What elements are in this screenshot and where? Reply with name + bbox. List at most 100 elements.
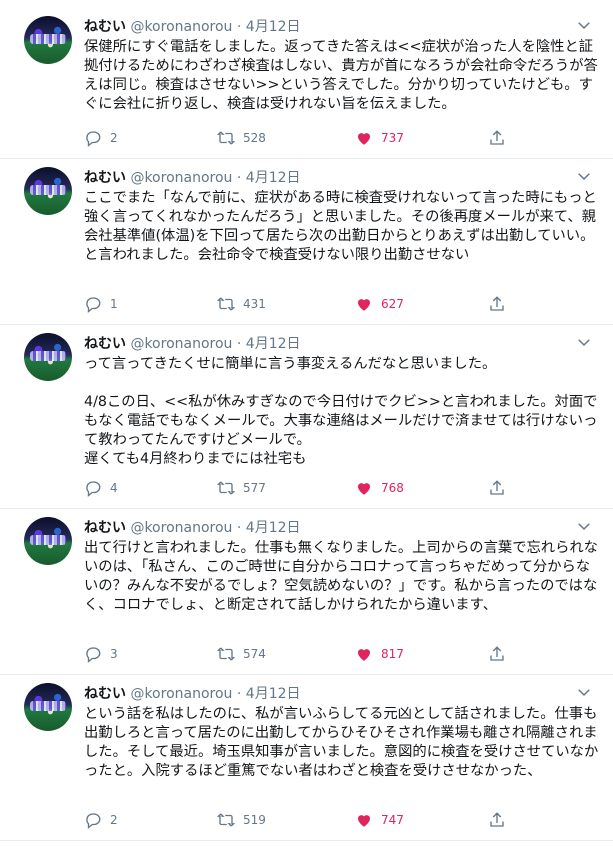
tweet-date[interactable]: 4月12日 <box>246 170 301 186</box>
reply-icon <box>86 297 101 313</box>
tweet-actions: 2 519 747 <box>84 809 554 831</box>
tweet-text: という話を私はしたのに、私が言いふらしてる元凶として話されました。仕事も出勤しろ… <box>84 706 599 779</box>
reply-count: 3 <box>110 647 118 661</box>
tweet-actions: 1 431 627 <box>84 293 554 315</box>
retweet-button[interactable]: 577 <box>217 477 266 499</box>
like-count: 627 <box>381 297 404 311</box>
handle[interactable]: @koronanorou <box>130 686 232 702</box>
retweet-icon <box>217 297 235 311</box>
share-button[interactable] <box>488 127 506 149</box>
display-name[interactable]: ねむい <box>84 336 126 352</box>
retweet-count: 431 <box>243 297 266 311</box>
retweet-icon <box>217 481 235 495</box>
share-icon <box>490 812 504 827</box>
reply-button[interactable]: 2 <box>84 809 118 831</box>
reply-icon <box>86 813 101 829</box>
share-icon <box>490 646 504 661</box>
reply-count: 2 <box>110 813 118 827</box>
chevron-down-icon[interactable] <box>575 683 593 701</box>
tweet-date[interactable]: 4月12日 <box>246 520 301 536</box>
tweet-thread: ねむい @koronanorou · 4月12日 保健所にすぐ電話をしました。返… <box>0 0 613 848</box>
share-icon <box>490 480 504 495</box>
tweet-actions: 2 528 737 <box>84 127 554 149</box>
retweet-button[interactable]: 431 <box>217 293 266 315</box>
avatar[interactable] <box>24 333 72 381</box>
share-icon <box>490 296 504 311</box>
like-button[interactable]: 768 <box>355 477 404 499</box>
retweet-count: 577 <box>243 481 266 495</box>
retweet-icon <box>217 131 235 145</box>
reply-button[interactable]: 2 <box>84 127 118 149</box>
reply-count: 4 <box>110 481 118 495</box>
handle[interactable]: @koronanorou <box>130 19 232 35</box>
separator: · <box>236 19 242 35</box>
heart-icon <box>358 133 370 145</box>
reply-button[interactable]: 4 <box>84 477 118 499</box>
reply-button[interactable]: 3 <box>84 643 118 665</box>
handle[interactable]: @koronanorou <box>130 170 232 186</box>
chevron-down-icon[interactable] <box>575 333 593 351</box>
share-button[interactable] <box>488 477 506 499</box>
tweet-date[interactable]: 4月12日 <box>246 686 301 702</box>
divider <box>0 840 613 841</box>
handle[interactable]: @koronanorou <box>130 520 232 536</box>
avatar[interactable] <box>24 683 72 731</box>
tweet-header: ねむい @koronanorou · 4月12日 <box>84 683 301 703</box>
like-count: 768 <box>381 481 404 495</box>
retweet-button[interactable]: 574 <box>217 643 266 665</box>
avatar[interactable] <box>24 167 72 215</box>
retweet-button[interactable]: 519 <box>217 809 266 831</box>
divider <box>0 158 613 159</box>
like-button[interactable]: 747 <box>355 809 404 831</box>
retweet-count: 519 <box>243 813 266 827</box>
avatar[interactable] <box>24 16 72 64</box>
tweet-date[interactable]: 4月12日 <box>246 19 301 35</box>
reply-icon <box>86 647 101 663</box>
share-button[interactable] <box>488 809 506 831</box>
reply-icon <box>86 481 101 497</box>
avatar[interactable] <box>24 517 72 565</box>
display-name[interactable]: ねむい <box>84 686 126 702</box>
tweet-header: ねむい @koronanorou · 4月12日 <box>84 517 301 537</box>
like-button[interactable]: 627 <box>355 293 404 315</box>
display-name[interactable]: ねむい <box>84 170 126 186</box>
share-icon <box>490 130 504 145</box>
heart-icon <box>358 483 370 495</box>
separator: · <box>236 686 242 702</box>
retweet-icon <box>217 647 235 661</box>
tweet-date[interactable]: 4月12日 <box>246 336 301 352</box>
separator: · <box>236 336 242 352</box>
chevron-down-icon[interactable] <box>575 167 593 185</box>
heart-icon <box>358 649 370 661</box>
like-button[interactable]: 817 <box>355 643 404 665</box>
like-button[interactable]: 737 <box>355 127 404 149</box>
tweet-header: ねむい @koronanorou · 4月12日 <box>84 333 301 353</box>
display-name[interactable]: ねむい <box>84 19 126 35</box>
share-button[interactable] <box>488 293 506 315</box>
retweet-count: 574 <box>243 647 266 661</box>
tweet-header: ねむい @koronanorou · 4月12日 <box>84 167 301 187</box>
tweet-text: ここでまた「なんで前に、症状がある時に検査受けれないって言った時にもっと強く言っ… <box>84 190 597 263</box>
tweet-actions: 4 577 768 <box>84 477 554 499</box>
divider <box>0 508 613 509</box>
tweet-header: ねむい @koronanorou · 4月12日 <box>84 16 301 36</box>
reply-button[interactable]: 1 <box>84 293 118 315</box>
heart-icon <box>358 815 370 827</box>
handle[interactable]: @koronanorou <box>130 336 232 352</box>
share-button[interactable] <box>488 643 506 665</box>
retweet-button[interactable]: 528 <box>217 127 266 149</box>
tweet-text: 保健所にすぐ電話をしました。返ってきた答えは<<症状が治った人を陰性と証拠付ける… <box>84 39 598 112</box>
reply-count: 1 <box>110 297 118 311</box>
like-count: 817 <box>381 647 404 661</box>
divider <box>0 324 613 325</box>
divider <box>0 674 613 675</box>
like-count: 747 <box>381 813 404 827</box>
display-name[interactable]: ねむい <box>84 520 126 536</box>
tweet-text: って言ってきたくせに簡単に言う事変えるんだなと思いました。 4/8この日、<<私… <box>84 356 598 467</box>
retweet-icon <box>217 813 235 827</box>
separator: · <box>236 170 242 186</box>
heart-icon <box>358 299 370 311</box>
like-count: 737 <box>381 131 404 145</box>
chevron-down-icon[interactable] <box>575 517 593 535</box>
chevron-down-icon[interactable] <box>575 16 593 34</box>
